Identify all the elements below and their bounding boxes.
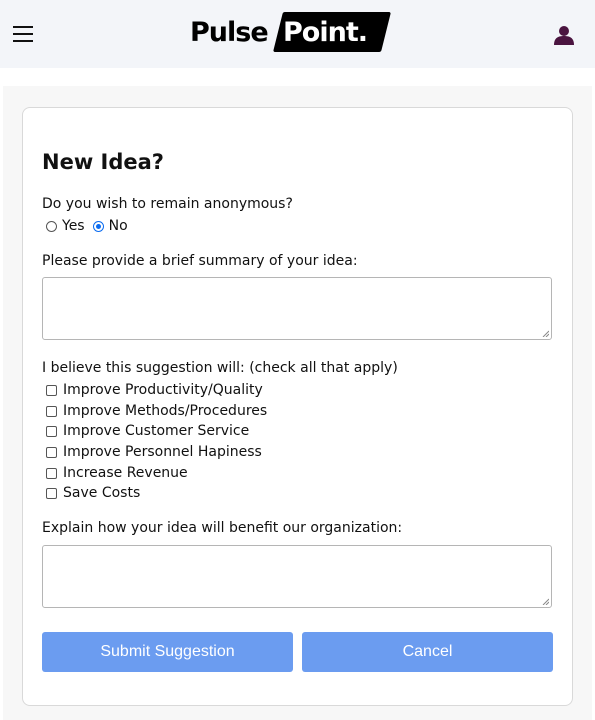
resize-grip-icon[interactable] xyxy=(542,330,549,337)
benefit-label[interactable]: Improve Customer Service xyxy=(63,423,249,439)
form-title: New Idea? xyxy=(42,150,164,174)
benefit-label[interactable]: Save Costs xyxy=(63,485,140,501)
benefit-option-methods[interactable]: Improve Methods/Procedures xyxy=(46,402,267,420)
benefit-option-personnel-hapiness[interactable]: Improve Personnel Hapiness xyxy=(46,443,262,461)
logo-text-pulse: Pulse xyxy=(190,17,269,48)
anonymous-no-radio[interactable] xyxy=(92,220,104,232)
benefit-label[interactable]: Improve Personnel Hapiness xyxy=(63,444,262,460)
benefit-checkbox[interactable] xyxy=(46,384,57,396)
summary-textarea[interactable] xyxy=(42,277,552,340)
explain-label: Explain how your idea will benefit our o… xyxy=(42,520,403,536)
benefit-checkbox[interactable] xyxy=(46,425,57,437)
anonymous-yes-radio[interactable] xyxy=(46,220,57,232)
summary-label: Please provide a brief summary of your i… xyxy=(42,253,358,269)
benefit-option-productivity[interactable]: Improve Productivity/Quality xyxy=(46,381,263,399)
benefit-checkbox[interactable] xyxy=(46,405,57,417)
user-icon[interactable] xyxy=(553,24,575,46)
anonymous-yes-label[interactable]: Yes xyxy=(62,218,85,234)
benefit-option-save-costs[interactable]: Save Costs xyxy=(46,484,140,502)
benefit-checkbox[interactable] xyxy=(46,487,57,499)
benefit-label[interactable]: Improve Productivity/Quality xyxy=(63,382,263,398)
benefit-label[interactable]: Improve Methods/Procedures xyxy=(63,403,267,419)
explain-textarea[interactable] xyxy=(42,545,552,608)
benefit-label[interactable]: Increase Revenue xyxy=(63,465,188,481)
hamburger-menu-icon[interactable] xyxy=(13,25,33,43)
top-bar: Pulse Point. xyxy=(0,0,595,68)
benefit-checkbox[interactable] xyxy=(46,446,57,458)
benefit-option-customer-service[interactable]: Improve Customer Service xyxy=(46,422,249,440)
submit-suggestion-button[interactable]: Submit Suggestion xyxy=(42,632,293,672)
benefit-option-revenue[interactable]: Increase Revenue xyxy=(46,464,188,482)
anonymous-question: Do you wish to remain anonymous? xyxy=(42,196,293,212)
logo-text-point: Point. xyxy=(283,17,368,48)
anonymous-no-label[interactable]: No xyxy=(109,218,128,234)
benefits-label: I believe this suggestion will: (check a… xyxy=(42,360,398,376)
resize-grip-icon[interactable] xyxy=(542,598,549,605)
anonymous-radio-group: Yes No xyxy=(46,217,136,235)
pulsepoint-logo: Pulse Point. xyxy=(190,12,400,56)
benefit-checkbox[interactable] xyxy=(46,467,57,479)
cancel-button[interactable]: Cancel xyxy=(302,632,553,672)
